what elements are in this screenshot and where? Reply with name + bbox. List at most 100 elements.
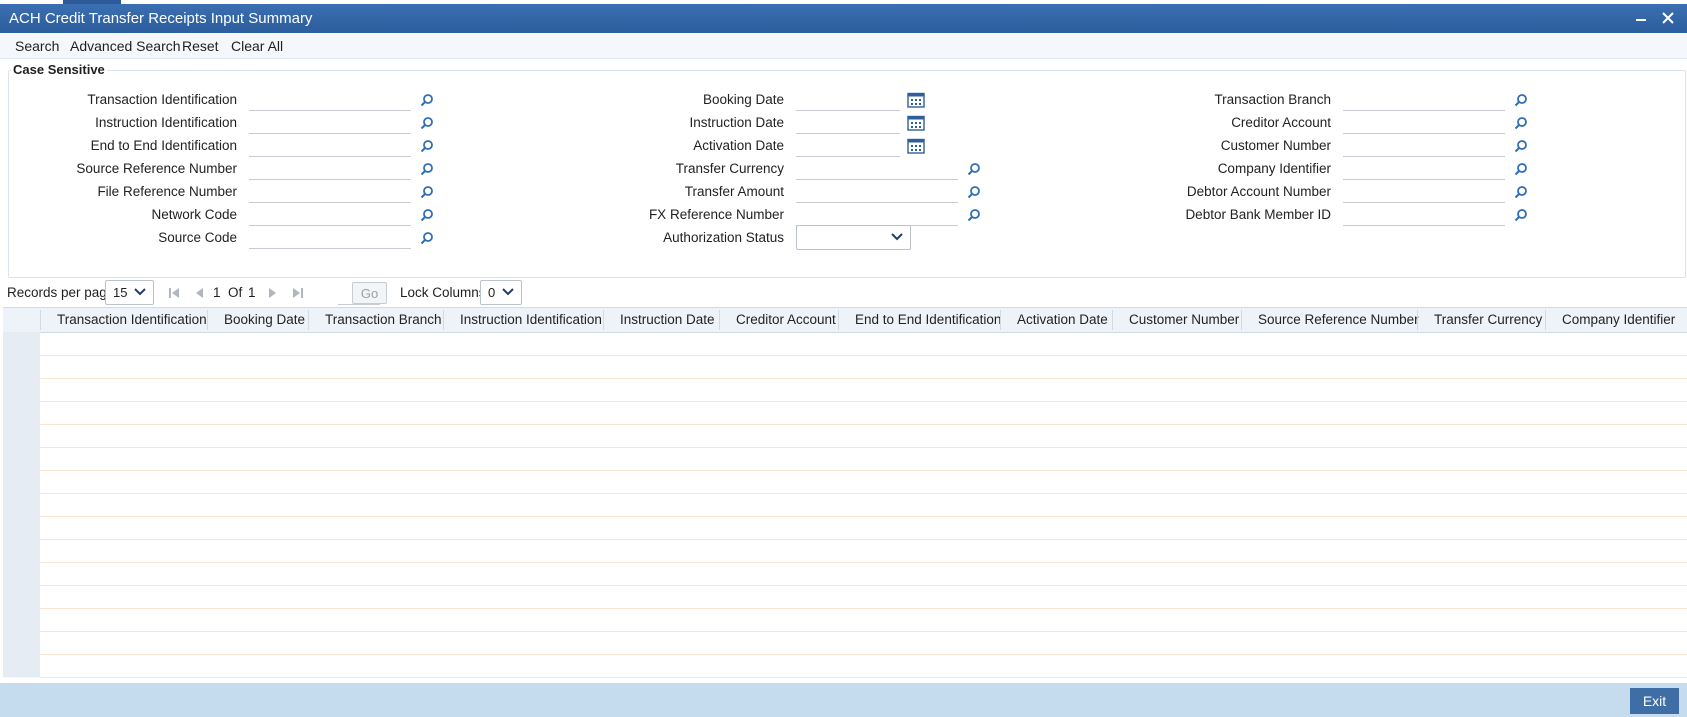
- transaction-branch-field[interactable]: [1343, 91, 1505, 111]
- transaction-identification-field[interactable]: [249, 91, 411, 111]
- column-header-booking-date[interactable]: Booking Date: [224, 312, 305, 327]
- column-header-transfer-currency[interactable]: Transfer Currency: [1434, 312, 1542, 327]
- table-row[interactable]: [3, 470, 1687, 494]
- row-header[interactable]: [3, 378, 40, 402]
- calendar-icon[interactable]: [907, 115, 925, 131]
- source-code-field[interactable]: [249, 229, 411, 249]
- row-header[interactable]: [3, 608, 40, 632]
- column-header-source-reference-number[interactable]: Source Reference Number: [1258, 312, 1419, 327]
- file-reference-number-label: File Reference Number: [97, 184, 237, 199]
- search-icon[interactable]: [420, 116, 434, 130]
- search-icon[interactable]: [1514, 93, 1528, 107]
- table-row[interactable]: [3, 355, 1687, 379]
- search-icon[interactable]: [420, 185, 434, 199]
- row-header[interactable]: [3, 332, 40, 356]
- row-header[interactable]: [3, 654, 40, 678]
- row-header[interactable]: [3, 585, 40, 609]
- exit-button[interactable]: Exit: [1630, 688, 1679, 714]
- customer-number-field[interactable]: [1343, 137, 1505, 157]
- search-icon[interactable]: [1514, 162, 1528, 176]
- table-row[interactable]: [3, 378, 1687, 402]
- activation-date-field[interactable]: [796, 137, 900, 157]
- search-icon[interactable]: [1514, 185, 1528, 199]
- row-header[interactable]: [3, 470, 40, 494]
- table-row[interactable]: [3, 608, 1687, 632]
- search-icon[interactable]: [420, 162, 434, 176]
- column-header-instruction-identification[interactable]: Instruction Identification: [460, 312, 602, 327]
- table-row[interactable]: [3, 401, 1687, 425]
- row-header[interactable]: [3, 516, 40, 540]
- lock-columns-select[interactable]: 0: [480, 280, 522, 305]
- instruction-identification-field[interactable]: [249, 114, 411, 134]
- company-identifier-field[interactable]: [1343, 160, 1505, 180]
- column-header-activation-date[interactable]: Activation Date: [1017, 312, 1108, 327]
- end-to-end-identification-field[interactable]: [249, 137, 411, 157]
- column-header-transaction-identification[interactable]: Transaction Identification: [57, 312, 207, 327]
- calendar-icon[interactable]: [907, 92, 925, 108]
- authorization-status-label: Authorization Status: [663, 230, 784, 245]
- first-page-icon[interactable]: [168, 287, 180, 299]
- clear-all-button[interactable]: Clear All: [231, 38, 283, 54]
- row-header[interactable]: [3, 631, 40, 655]
- calendar-icon[interactable]: [907, 138, 925, 154]
- minimize-icon[interactable]: [1631, 8, 1651, 28]
- row-header[interactable]: [3, 539, 40, 563]
- row-header[interactable]: [3, 447, 40, 471]
- search-icon[interactable]: [967, 162, 981, 176]
- search-icon[interactable]: [1514, 139, 1528, 153]
- row-header[interactable]: [3, 493, 40, 517]
- column-header-creditor-account[interactable]: Creditor Account: [736, 312, 836, 327]
- advanced-search-button[interactable]: Advanced Search: [70, 38, 181, 54]
- window-title: ACH Credit Transfer Receipts Input Summa…: [9, 10, 313, 27]
- table-row[interactable]: [3, 424, 1687, 448]
- network-code-field[interactable]: [249, 206, 411, 226]
- search-icon[interactable]: [967, 208, 981, 222]
- search-icon[interactable]: [967, 185, 981, 199]
- row-header[interactable]: [3, 562, 40, 586]
- table-row[interactable]: [3, 447, 1687, 471]
- table-row[interactable]: [3, 654, 1687, 678]
- file-reference-number-field[interactable]: [249, 183, 411, 203]
- search-icon[interactable]: [420, 139, 434, 153]
- row-header[interactable]: [3, 401, 40, 425]
- search-icon[interactable]: [420, 208, 434, 222]
- transfer-amount-field[interactable]: [796, 183, 958, 203]
- close-icon[interactable]: [1658, 8, 1678, 28]
- last-page-icon[interactable]: [292, 287, 304, 299]
- column-header-end-to-end-identification[interactable]: End to End Identification: [855, 312, 1001, 327]
- source-reference-number-field[interactable]: [249, 160, 411, 180]
- column-header-customer-number[interactable]: Customer Number: [1129, 312, 1239, 327]
- table-row[interactable]: [3, 562, 1687, 586]
- next-page-icon[interactable]: [266, 287, 278, 299]
- row-header[interactable]: [3, 355, 40, 379]
- debtor-bank-member-id-field[interactable]: [1343, 206, 1505, 226]
- booking-date-field[interactable]: [796, 91, 900, 111]
- search-icon[interactable]: [420, 231, 434, 245]
- column-header-transaction-branch[interactable]: Transaction Branch: [325, 312, 442, 327]
- creditor-account-field[interactable]: [1343, 114, 1505, 134]
- table-row[interactable]: [3, 631, 1687, 655]
- debtor-account-number-field[interactable]: [1343, 183, 1505, 203]
- reset-button[interactable]: Reset: [182, 38, 219, 54]
- footer-bar: Exit: [0, 683, 1687, 717]
- go-button[interactable]: Go: [352, 282, 387, 304]
- search-icon[interactable]: [1514, 208, 1528, 222]
- transfer-currency-field[interactable]: [796, 160, 958, 180]
- search-icon[interactable]: [1514, 116, 1528, 130]
- previous-page-icon[interactable]: [194, 287, 206, 299]
- row-header[interactable]: [3, 424, 40, 448]
- column-header-company-identifier[interactable]: Company Identifier: [1562, 312, 1675, 327]
- table-row[interactable]: [3, 493, 1687, 517]
- search-button[interactable]: Search: [15, 38, 59, 54]
- search-icon[interactable]: [420, 93, 434, 107]
- authorization-status-select[interactable]: [796, 225, 911, 250]
- fx-reference-number-field[interactable]: [796, 206, 958, 226]
- company-identifier-label: Company Identifier: [1217, 161, 1331, 176]
- records-per-page-select[interactable]: 15: [105, 280, 154, 305]
- table-row[interactable]: [3, 585, 1687, 609]
- table-row[interactable]: [3, 516, 1687, 540]
- table-row[interactable]: [3, 539, 1687, 563]
- table-row[interactable]: [3, 332, 1687, 356]
- column-header-instruction-date[interactable]: Instruction Date: [620, 312, 715, 327]
- instruction-date-field[interactable]: [796, 114, 900, 134]
